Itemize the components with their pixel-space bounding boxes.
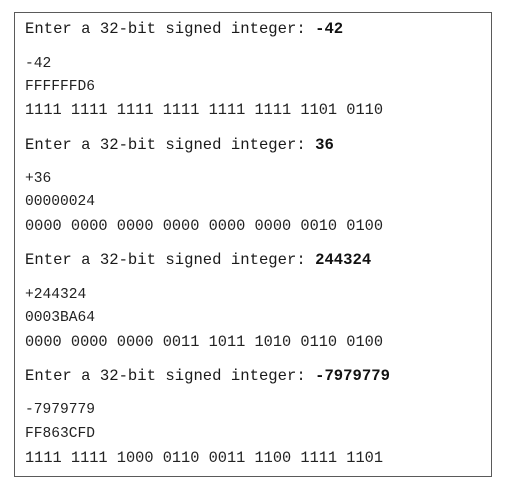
binary-output: 1111 1111 1000 0110 0011 1100 1111 1101 [25, 449, 384, 467]
decimal-output: -42 [25, 56, 52, 72]
prompt-text: Enter a 32-bit signed integer: [25, 367, 316, 385]
prompt-line: Enter a 32-bit signed integer: 36 [25, 136, 334, 154]
binary-output: 0000 0000 0000 0000 0000 0000 0010 0100 [25, 217, 384, 235]
prompt-line: Enter a 32-bit signed integer: -7979779 [25, 367, 390, 385]
decimal-output: -7979779 [25, 402, 96, 418]
hex-output: FF863CFD [25, 426, 96, 442]
decimal-output: +244324 [25, 287, 87, 303]
prompt-text: Enter a 32-bit signed integer: [25, 20, 316, 38]
console-output-panel: Enter a 32-bit signed integer: -42 -42 F… [14, 12, 492, 477]
prompt-line: Enter a 32-bit signed integer: 244324 [25, 251, 371, 269]
prompt-text: Enter a 32-bit signed integer: [25, 136, 316, 154]
user-input: 244324 [315, 251, 372, 269]
hex-output: 0003BA64 [25, 310, 96, 326]
decimal-output: +36 [25, 171, 52, 187]
user-input: -7979779 [315, 367, 390, 385]
user-input: -42 [315, 20, 344, 38]
hex-output: FFFFFFD6 [25, 79, 96, 95]
binary-output: 0000 0000 0000 0011 1011 1010 0110 0100 [25, 333, 384, 351]
prompt-text: Enter a 32-bit signed integer: [25, 251, 316, 269]
prompt-line: Enter a 32-bit signed integer: -42 [25, 20, 343, 38]
binary-output: 1111 1111 1111 1111 1111 1111 1101 0110 [25, 101, 384, 119]
user-input: 36 [315, 136, 334, 154]
hex-output: 00000024 [25, 194, 96, 210]
